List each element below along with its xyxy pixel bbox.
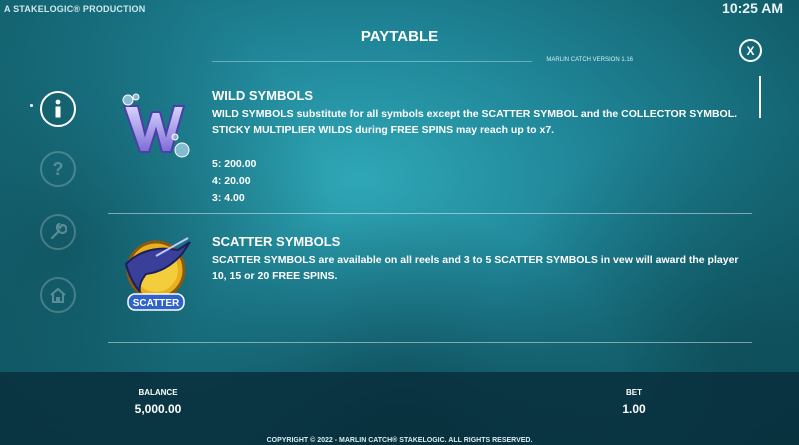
wild-payout-3: 3: 4.00 bbox=[212, 192, 245, 204]
scrollbar[interactable] bbox=[759, 76, 761, 118]
bet-value: 1.00 bbox=[622, 402, 646, 416]
wild-section-title: WILD SYMBOLS bbox=[212, 88, 314, 103]
close-icon: X bbox=[746, 43, 755, 58]
copyright: COPYRIGHT © 2022 - MARLIN CATCH® STAKELO… bbox=[266, 437, 533, 444]
scatter-section-title: SCATTER SYMBOLS bbox=[212, 234, 341, 249]
balance-value: 5,000.00 bbox=[134, 402, 182, 416]
balance-label: BALANCE bbox=[138, 388, 178, 397]
nav-help-button[interactable]: ? bbox=[40, 151, 76, 187]
bet-label: BET bbox=[626, 388, 642, 397]
nav-settings-button[interactable] bbox=[40, 214, 76, 250]
page-title: PAYTABLE bbox=[360, 28, 439, 45]
production-label: A STAKELOGIC® PRODUCTION bbox=[4, 4, 146, 14]
close-button[interactable]: X bbox=[739, 39, 762, 62]
wild-symbol-icon bbox=[122, 93, 190, 158]
wild-payout-4: 4: 20.00 bbox=[212, 175, 251, 187]
settings-icon bbox=[50, 223, 67, 240]
version-label: MARLIN CATCH VERSION 1.16 bbox=[546, 57, 633, 63]
wild-payout-5: 5: 200.00 bbox=[212, 158, 257, 170]
nav-info-button[interactable] bbox=[40, 91, 76, 127]
active-indicator bbox=[30, 104, 33, 107]
scatter-symbol-icon: SCATTER bbox=[124, 237, 191, 311]
section-divider bbox=[108, 213, 752, 214]
scatter-badge-label: SCATTER bbox=[133, 298, 180, 309]
nav-home-button[interactable] bbox=[40, 277, 76, 313]
info-icon bbox=[55, 99, 61, 118]
help-icon: ? bbox=[52, 158, 64, 179]
scatter-section-description: SCATTER SYMBOLS are available on all ree… bbox=[212, 254, 739, 282]
section-divider bbox=[108, 342, 752, 343]
clock: 10:25 AM bbox=[722, 0, 783, 16]
wild-section-description: WILD SYMBOLS substitute for all symbols … bbox=[212, 108, 738, 136]
version-divider bbox=[212, 61, 532, 62]
home-icon bbox=[50, 287, 66, 303]
